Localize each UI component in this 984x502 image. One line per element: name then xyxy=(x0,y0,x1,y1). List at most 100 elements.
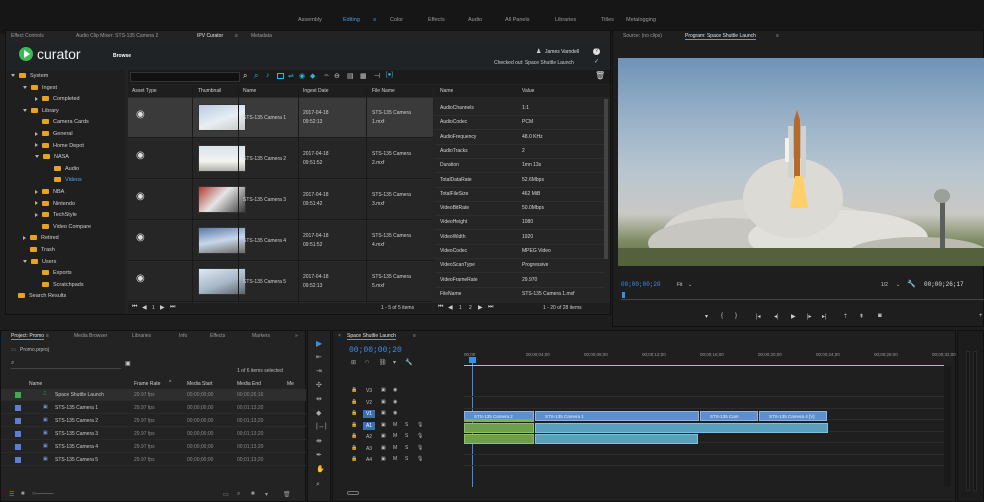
lift-icon[interactable]: ⇡ xyxy=(843,313,848,320)
linked-icon[interactable]: ⛓ xyxy=(379,359,387,366)
chevron-right-icon[interactable] xyxy=(35,201,38,206)
clip-camera-4[interactable]: STS-135 Camera 4 [V] xyxy=(759,411,827,421)
program-video-frame[interactable] xyxy=(618,58,984,266)
mic-icon[interactable]: 🎙 xyxy=(417,456,423,462)
prev-page-icon[interactable]: ◀ xyxy=(142,304,147,311)
track-label[interactable]: V2 xyxy=(363,399,375,407)
label-color-swatch[interactable] xyxy=(15,431,21,437)
project-search-icon[interactable]: ⌕ xyxy=(11,360,14,367)
label-color-swatch[interactable] xyxy=(15,444,21,450)
tab-effect-controls[interactable]: Effect Controls xyxy=(11,33,44,39)
unlink-icon[interactable]: ⊖ xyxy=(334,72,340,80)
tree-item-techstyle[interactable]: TechStyle xyxy=(35,212,77,223)
mic-icon[interactable]: 🎙 xyxy=(417,422,423,428)
workspace-metalogging[interactable]: Metalogging xyxy=(626,17,656,23)
export-frame-icon[interactable]: ◙ xyxy=(878,313,882,319)
tab-program-monitor[interactable]: Program: Space Shuttle Launch xyxy=(685,33,756,40)
workspace-assembly[interactable]: Assembly xyxy=(298,17,322,23)
metadata-row[interactable]: AudioChannels 1:1 xyxy=(434,102,604,116)
new-item-icon[interactable]: ▾ xyxy=(265,491,268,498)
tree-item-home-depot[interactable]: Home Depot xyxy=(35,143,84,154)
extract-icon[interactable]: ⇞ xyxy=(859,313,864,320)
workspace-libraries[interactable]: Libraries xyxy=(555,17,576,23)
chevron-right-icon[interactable] xyxy=(35,143,38,148)
sync-lock-icon[interactable]: ▣ xyxy=(381,399,386,405)
tab-overflow-icon[interactable]: » xyxy=(295,333,298,339)
metadata-row[interactable]: VideoHeight 1080 xyxy=(434,216,604,231)
hscroll-thumb[interactable] xyxy=(347,491,359,495)
sequence-icon[interactable]: ▦ xyxy=(360,72,367,80)
tree-item-trash[interactable]: Trash xyxy=(23,247,55,258)
sync-lock-icon[interactable]: ▣ xyxy=(381,456,386,462)
track-lane[interactable] xyxy=(464,407,944,409)
work-area-bar[interactable] xyxy=(464,365,944,366)
resolution-dropdown[interactable]: 1/2 xyxy=(881,282,888,288)
tab-menu-icon[interactable]: ≡ xyxy=(235,33,238,39)
step-back-icon[interactable]: ◂| xyxy=(774,313,779,320)
first-page-icon[interactable]: ⏮ xyxy=(132,304,137,311)
lock-icon[interactable]: 🔒 xyxy=(351,433,357,439)
sync-lock-icon[interactable]: ▣ xyxy=(381,422,386,428)
play-icon[interactable]: ▶ xyxy=(791,313,796,320)
tab-markers[interactable]: Markers xyxy=(252,333,270,339)
mute-icon[interactable]: M xyxy=(393,422,397,428)
filter-sequence-icon[interactable]: ⇌ xyxy=(288,72,294,80)
workspace-effects[interactable]: Effects xyxy=(428,17,445,23)
asset-row[interactable]: ◉ STS-135 Camera 2 2017-04-18 09:51:52 STS-1… xyxy=(128,139,433,179)
selection-tool-icon[interactable]: ▶ xyxy=(316,339,322,348)
metadata-row[interactable]: AudioCodec PCM xyxy=(434,116,604,131)
mic-icon[interactable]: 🎙 xyxy=(417,433,423,439)
tree-item-audio[interactable]: Audio xyxy=(47,166,79,177)
column-divider[interactable] xyxy=(298,85,299,303)
new-bin-icon[interactable]: ▣ xyxy=(125,360,131,367)
split-icon[interactable]: ⊣ xyxy=(374,72,380,80)
chevron-down-icon[interactable] xyxy=(11,74,15,78)
razor-icon[interactable]: ◆ xyxy=(316,409,321,417)
eye-icon[interactable]: ◉ xyxy=(393,399,397,405)
rate-stretch-icon[interactable]: ⇹ xyxy=(316,395,322,403)
slide-icon[interactable]: ⇼ xyxy=(316,437,322,445)
track-header-a3[interactable]: 🔒 A3 ▣ M S 🎙 xyxy=(333,444,451,454)
column-divider[interactable] xyxy=(366,85,367,303)
add-button-icon[interactable]: + xyxy=(979,313,983,319)
asset-row[interactable]: ◉ STS-135 Camera 3 2017-04-18 09:51:42 STS-1… xyxy=(128,180,433,220)
track-header-v1[interactable]: 🔒 V1 ▣ ◉ xyxy=(333,409,451,419)
audio-clip-a1-left[interactable] xyxy=(464,423,534,433)
code-icon[interactable]: [●] xyxy=(386,72,393,78)
workspace-titles[interactable]: Titles xyxy=(601,17,614,23)
icon-view-icon[interactable]: ■ xyxy=(21,491,25,497)
tab-effects[interactable]: Effects xyxy=(210,333,225,339)
eye-icon[interactable]: ◉ xyxy=(393,410,397,416)
workspace-all-panels[interactable]: All Panels xyxy=(505,17,529,23)
workspace-audio[interactable]: Audio xyxy=(468,17,482,23)
sync-lock-icon[interactable]: ▣ xyxy=(381,445,386,451)
tab-menu-icon[interactable]: ≡ xyxy=(776,33,779,39)
filter-doc-icon[interactable]: ◆ xyxy=(310,72,315,80)
playhead-marker[interactable] xyxy=(622,292,625,298)
mute-icon[interactable]: M xyxy=(393,433,397,439)
program-timecode[interactable]: 00;00;00;20 xyxy=(621,281,661,288)
add-marker-icon[interactable]: ▾ xyxy=(705,313,708,320)
col-frame-rate[interactable]: Frame Rate xyxy=(134,381,160,387)
lock-icon[interactable]: 🔒 xyxy=(351,456,357,462)
go-to-in-icon[interactable]: |◂ xyxy=(756,313,761,320)
asset-row[interactable]: ◉ STS-135 Camera 5 2017-04-18 09:52:13 STS-1… xyxy=(128,262,433,302)
sync-lock-icon[interactable]: ▣ xyxy=(381,387,386,393)
eye-icon[interactable]: ◉ xyxy=(393,387,397,393)
label-color-swatch[interactable] xyxy=(15,392,21,398)
workspace-editing[interactable]: Editing xyxy=(343,17,360,23)
chevron-right-icon[interactable] xyxy=(23,235,26,240)
workspace-color[interactable]: Color xyxy=(390,17,403,23)
track-lane[interactable] xyxy=(464,453,944,455)
fit-chevron-icon[interactable]: ⌄ xyxy=(688,282,692,288)
col-thumbnail[interactable]: Thumbnail xyxy=(198,88,221,94)
track-lane[interactable] xyxy=(464,465,944,466)
timeline-timecode[interactable]: 00;00;00;20 xyxy=(349,346,402,355)
solo-icon[interactable]: S xyxy=(405,445,408,451)
label-color-swatch[interactable] xyxy=(15,405,21,411)
project-row[interactable]: ▣ STS-135 Camera 4 29.97 fps 00;00;00;00 00;… xyxy=(1,441,306,453)
mute-icon[interactable]: M xyxy=(393,456,397,462)
tree-item-nintendo[interactable]: Nintendo xyxy=(35,201,75,212)
playhead-head[interactable] xyxy=(469,357,476,363)
page-number[interactable]: 1 xyxy=(152,305,155,311)
